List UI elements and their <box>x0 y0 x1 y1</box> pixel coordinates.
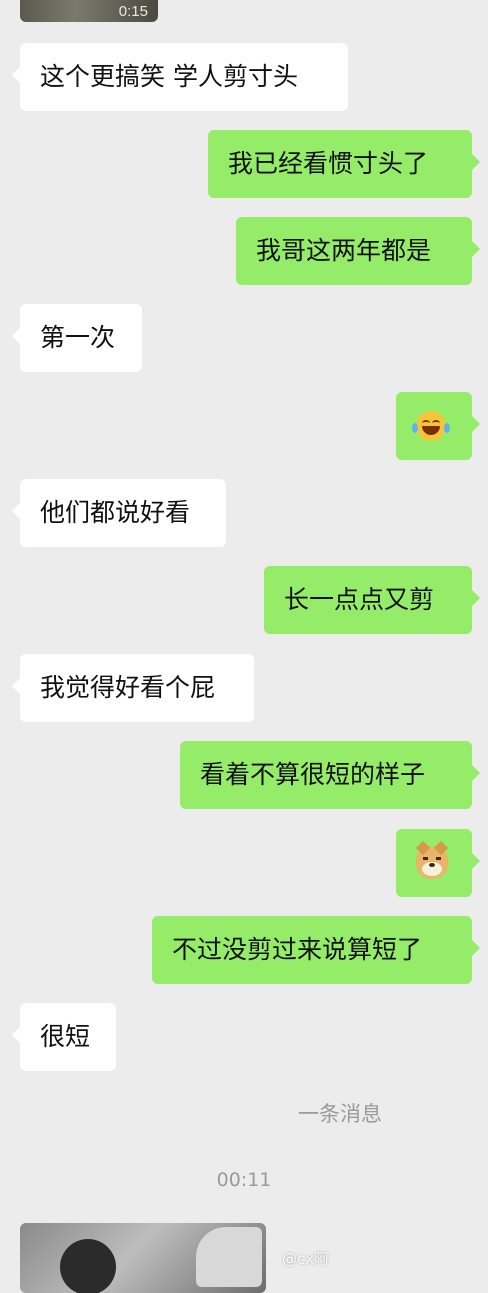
message-text: 第一次 <box>40 323 116 352</box>
message-text: 他们都说好看 <box>40 498 191 527</box>
message-timestamp: 00:11 <box>216 1169 272 1191</box>
message-bubble-incoming[interactable]: 他们都说好看 <box>12 479 226 547</box>
message-text: 我已经看惯寸头了 <box>228 149 429 178</box>
laughing-tears-emoji-icon <box>412 411 450 441</box>
video-background <box>196 1227 262 1287</box>
message-text: 我觉得好看个屁 <box>40 673 216 702</box>
message-bubble-outgoing[interactable]: 长一点点又剪 <box>264 566 480 634</box>
message-text: 长一点点又剪 <box>284 585 435 614</box>
watermark: @cx阿 <box>282 1250 330 1268</box>
video-subject <box>60 1239 116 1293</box>
message-bubble-incoming[interactable]: 第一次 <box>12 304 142 372</box>
message-bubble-incoming[interactable]: 很短 <box>12 1003 116 1071</box>
message-text: 很短 <box>40 1022 91 1051</box>
message-text: 不过没剪过来说算短了 <box>172 935 423 964</box>
recalled-message-notice: 一条消息 <box>298 1102 382 1126</box>
message-bubble-outgoing[interactable]: 我已经看惯寸头了 <box>208 130 480 198</box>
message-text: 看着不算很短的样子 <box>200 760 426 789</box>
message-text: 这个更搞笑 学人剪寸头 <box>40 62 298 91</box>
message-bubble-outgoing[interactable]: 看着不算很短的样子 <box>180 741 480 809</box>
message-bubble-outgoing[interactable]: 不过没剪过来说算短了 <box>152 916 480 984</box>
message-bubble-outgoing[interactable] <box>396 392 480 460</box>
message-bubble-incoming[interactable]: 我觉得好看个屁 <box>12 654 254 722</box>
message-bubble-incoming[interactable]: 这个更搞笑 学人剪寸头 <box>12 43 348 111</box>
video-thumbnail-top[interactable]: 0:15 <box>20 0 158 22</box>
message-text: 我哥这两年都是 <box>256 236 432 265</box>
message-bubble-outgoing[interactable] <box>396 829 480 897</box>
video-duration: 0:15 <box>118 3 148 20</box>
message-bubble-outgoing[interactable]: 我哥这两年都是 <box>236 217 480 285</box>
doge-emoji-icon <box>415 840 449 879</box>
video-thumbnail-bottom[interactable] <box>20 1223 266 1293</box>
